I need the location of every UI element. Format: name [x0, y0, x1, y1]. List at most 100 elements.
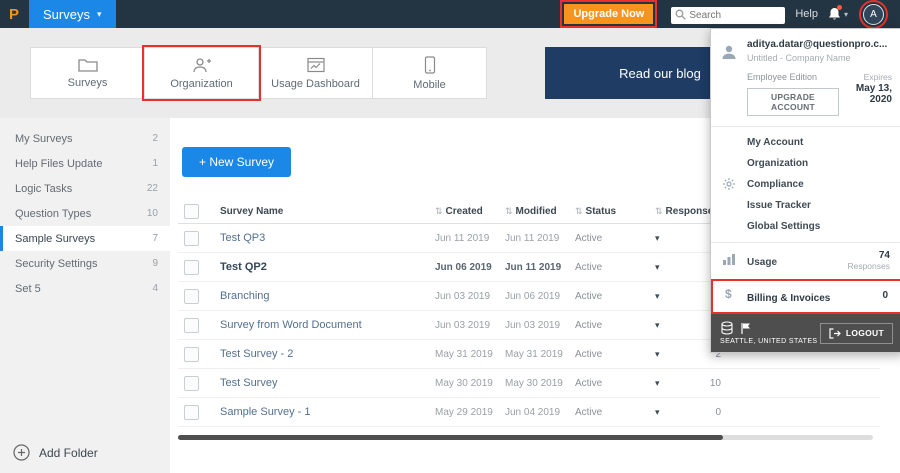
horizontal-scrollbar-thumb[interactable]: [178, 435, 723, 440]
logout-button[interactable]: LOGOUT: [819, 322, 893, 344]
notification-dot: [837, 5, 842, 10]
survey-name-link[interactable]: Test Survey: [220, 377, 435, 389]
sidebar-item-count: 1: [152, 158, 158, 169]
add-folder-button[interactable]: Add Folder: [13, 444, 98, 461]
sidebar-item-help-files-update[interactable]: Help Files Update 1: [0, 151, 170, 176]
column-header-survey-name[interactable]: Survey Name: [220, 206, 435, 217]
menu-item-organization[interactable]: Organization: [711, 153, 900, 174]
tab-label: Mobile: [413, 78, 446, 91]
status-dropdown-caret[interactable]: ▾: [655, 233, 681, 244]
row-checkbox[interactable]: [184, 230, 199, 246]
modified-cell: Jun 06 2019: [505, 290, 561, 302]
folder-list: My Surveys 2 Help Files Update 1 Logic T…: [0, 118, 170, 301]
sidebar-item-question-types[interactable]: Question Types 10: [0, 201, 170, 226]
notifications-bell[interactable]: ▾: [828, 5, 848, 21]
sidebar-item-set-5[interactable]: Set 5 4: [0, 276, 170, 301]
row-checkbox[interactable]: [184, 259, 199, 275]
created-cell: Jun 03 2019: [435, 290, 491, 302]
survey-name-link[interactable]: Survey from Word Document: [220, 319, 435, 331]
sidebar-item-logic-tasks[interactable]: Logic Tasks 22: [0, 176, 170, 201]
upgrade-now-button[interactable]: Upgrade Now: [560, 0, 658, 28]
survey-name-link[interactable]: Sample Survey - 1: [220, 406, 435, 418]
expires-label: Expires: [863, 72, 892, 82]
row-checkbox-cell: [178, 259, 220, 275]
usage-stats: 74 Responses: [847, 250, 890, 271]
status-dropdown-caret[interactable]: ▾: [655, 291, 681, 302]
created-cell: May 31 2019: [435, 348, 493, 360]
edition-row: Employee Edition UPGRADE ACCOUNT Expires…: [747, 72, 892, 116]
survey-name-link[interactable]: Test QP2: [220, 261, 435, 273]
status-dropdown-caret[interactable]: ▾: [655, 407, 681, 418]
menu-item-compliance[interactable]: Compliance: [711, 174, 900, 195]
modified-cell: Jun 03 2019: [505, 319, 561, 331]
server-location: SEATTLE, UNITED STATES: [720, 321, 817, 345]
tab-mobile[interactable]: Mobile: [372, 47, 487, 99]
status-dropdown-caret[interactable]: ▾: [655, 378, 681, 389]
sidebar-item-label: Help Files Update: [15, 157, 103, 170]
sidebar-item-my-surveys[interactable]: My Surveys 2: [0, 126, 170, 151]
sort-icon: ⇅: [435, 205, 443, 216]
menu-item-issue-tracker[interactable]: Issue Tracker: [711, 195, 900, 216]
menu-item-label: Compliance: [747, 179, 804, 190]
usage-value: 74: [878, 250, 890, 261]
row-checkbox[interactable]: [184, 317, 199, 333]
survey-name-link[interactable]: Branching: [220, 290, 435, 302]
row-checkbox[interactable]: [184, 288, 199, 304]
expires-block: Expires May 13, 2020: [839, 72, 892, 105]
menu-item-my-account[interactable]: My Account: [711, 132, 900, 153]
sidebar-item-label: Question Types: [15, 207, 92, 220]
sidebar-item-label: Set 5: [15, 282, 41, 295]
tab-organization[interactable]: Organization: [142, 45, 261, 101]
new-survey-button[interactable]: + New Survey: [182, 147, 292, 177]
billing-label: Billing & Invoices: [747, 293, 831, 304]
row-checkbox-cell: [178, 317, 220, 333]
created-cell: May 29 2019: [435, 406, 493, 418]
select-all-checkbox[interactable]: [184, 203, 199, 219]
menu-item-billing-invoices[interactable]: $ Billing & Invoices 0: [711, 279, 900, 314]
sort-icon: ⇅: [655, 205, 663, 216]
tab-label: Usage Dashboard: [271, 77, 360, 90]
modified-cell: Jun 11 2019: [505, 261, 562, 273]
table-row: Sample Survey - 1 May 29 2019 Jun 04 201…: [178, 398, 880, 427]
sidebar-item-label: Sample Surveys: [15, 232, 96, 245]
row-checkbox[interactable]: [184, 404, 199, 420]
upgrade-account-button[interactable]: UPGRADE ACCOUNT: [747, 88, 839, 116]
row-checkbox[interactable]: [184, 346, 199, 362]
menu-item-usage[interactable]: Usage 74 Responses: [711, 242, 900, 279]
status-dropdown-caret[interactable]: ▾: [655, 262, 681, 273]
search-input[interactable]: [671, 6, 786, 24]
sidebar-item-sample-surveys[interactable]: Sample Surveys 7: [0, 226, 170, 251]
search-box: [671, 5, 786, 24]
status-cell: Active: [575, 232, 603, 244]
column-header-status[interactable]: ⇅ Status: [575, 206, 655, 217]
account-menu-list: My Account Organization Compliance Issue…: [711, 126, 900, 242]
tab-usage-dashboard[interactable]: Usage Dashboard: [258, 47, 373, 99]
created-cell: Jun 11 2019: [435, 232, 490, 244]
gear-icon: [723, 178, 735, 190]
add-folder-label: Add Folder: [39, 445, 98, 460]
header-label: Modified: [515, 205, 557, 217]
modified-cell: May 31 2019: [505, 348, 563, 360]
status-dropdown-caret[interactable]: ▾: [655, 349, 681, 360]
tab-surveys[interactable]: Surveys: [30, 47, 145, 99]
header-checkbox-cell: [178, 203, 220, 219]
surveys-nav-menu[interactable]: Surveys ▾: [29, 0, 116, 28]
column-header-created[interactable]: ⇅ Created: [435, 206, 505, 217]
help-link[interactable]: Help: [795, 8, 818, 20]
survey-name-link[interactable]: Test Survey - 2: [220, 348, 435, 360]
location-icons: [720, 321, 817, 335]
sidebar-item-count: 4: [152, 283, 158, 294]
questionpro-logo[interactable]: P: [9, 6, 19, 23]
topbar-right: Upgrade Now Help ▾ A: [560, 0, 900, 29]
sidebar-item-security-settings[interactable]: Security Settings 9: [0, 251, 170, 276]
survey-name-link[interactable]: Test QP3: [220, 232, 435, 244]
avatar[interactable]: A: [859, 0, 888, 29]
row-checkbox[interactable]: [184, 375, 199, 391]
column-header-modified[interactable]: ⇅ Modified: [505, 206, 575, 217]
modified-cell: May 30 2019: [505, 377, 563, 389]
status-dropdown-caret[interactable]: ▾: [655, 320, 681, 331]
status-cell: Active: [575, 261, 603, 273]
account-menu-footer: SEATTLE, UNITED STATES LOGOUT: [711, 314, 900, 352]
menu-item-global-settings[interactable]: Global Settings: [711, 216, 900, 237]
sidebar: My Surveys 2 Help Files Update 1 Logic T…: [0, 118, 170, 473]
